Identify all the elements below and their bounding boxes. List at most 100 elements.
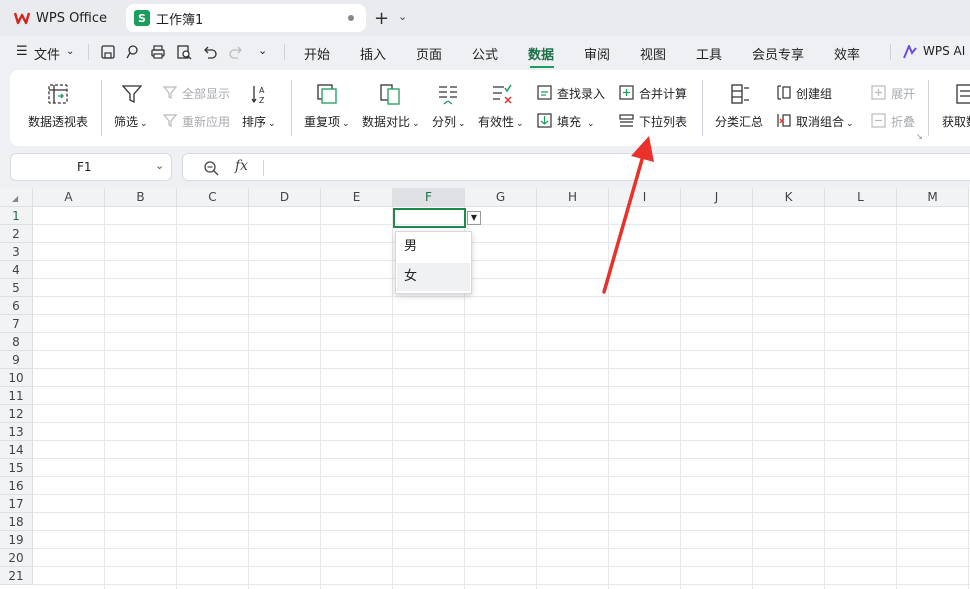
row-header-11[interactable]: 11 xyxy=(0,387,33,405)
formula-bar[interactable]: fx xyxy=(182,153,970,181)
row-header-8[interactable]: 8 xyxy=(0,333,33,351)
chevron-down-icon[interactable]: ⌄ xyxy=(66,46,74,57)
row-header-14[interactable]: 14 xyxy=(0,441,33,459)
row-header-7[interactable]: 7 xyxy=(0,315,33,333)
validity-button[interactable]: 有效性 ⌄ xyxy=(478,113,524,130)
column-header-k[interactable]: K xyxy=(753,188,825,207)
row-header-6[interactable]: 6 xyxy=(0,297,33,315)
column-header-j[interactable]: J xyxy=(681,188,753,207)
row-header-15[interactable]: 15 xyxy=(0,459,33,477)
menu-home[interactable]: 开始 xyxy=(304,44,330,63)
menu-bar: ☰ 文件 ⌄ ⌄ 开始 插入 页面 公式 数据 审阅 视图 工具 会员专享 效率… xyxy=(0,36,970,68)
menu-wps-ai[interactable]: WPS AI xyxy=(923,44,965,58)
print-icon[interactable] xyxy=(150,44,166,60)
row-header-2[interactable]: 2 xyxy=(0,225,33,243)
menu-efficiency[interactable]: 效率 xyxy=(834,44,860,63)
chevron-down-icon[interactable]: ⌄ xyxy=(155,159,164,172)
menu-review[interactable]: 审阅 xyxy=(584,44,610,63)
menu-file[interactable]: 文件 xyxy=(34,44,60,63)
data-compare-button[interactable]: 数据对比 ⌄ xyxy=(362,113,420,130)
column-header-f[interactable]: F xyxy=(393,188,465,207)
menu-data[interactable]: 数据 xyxy=(528,44,554,63)
row-header-10[interactable]: 10 xyxy=(0,369,33,387)
menu-member[interactable]: 会员专享 xyxy=(752,44,804,63)
row-header-20[interactable]: 20 xyxy=(0,549,33,567)
undo-icon[interactable] xyxy=(202,44,218,60)
split-columns-button[interactable]: 分列 ⌄ xyxy=(432,113,466,130)
column-header-d[interactable]: D xyxy=(249,188,321,207)
sort-button[interactable]: 排序 ⌄ xyxy=(242,113,276,130)
get-data-button[interactable]: 获取数 xyxy=(942,113,970,130)
new-tab-plus-icon[interactable]: + xyxy=(374,8,389,29)
menu-tools[interactable]: 工具 xyxy=(696,44,722,63)
subtotal-button[interactable]: 分类汇总 xyxy=(715,113,763,130)
dialog-launcher-icon[interactable]: ↘ xyxy=(916,132,923,141)
column-header-b[interactable]: B xyxy=(105,188,177,207)
row-header-5[interactable]: 5 xyxy=(0,279,33,297)
row-header-9[interactable]: 9 xyxy=(0,351,33,369)
column-header-m[interactable]: M xyxy=(897,188,969,207)
dropdown-option-female[interactable]: 女 xyxy=(397,263,470,291)
tab-wps-office[interactable]: WPS Office xyxy=(6,4,120,32)
save-icon[interactable] xyxy=(100,44,116,60)
dropdown-list-button[interactable]: 下拉列表 xyxy=(639,113,687,130)
grid-row-line xyxy=(33,494,970,495)
menu-view[interactable]: 视图 xyxy=(640,44,666,63)
menu-insert[interactable]: 插入 xyxy=(360,44,386,63)
column-header-g[interactable]: G xyxy=(465,188,537,207)
row-header-13[interactable]: 13 xyxy=(0,423,33,441)
chevron-down-icon[interactable]: ⌄ xyxy=(398,10,407,23)
grid-column-line xyxy=(248,207,249,589)
name-box[interactable]: F1 ⌄ xyxy=(10,153,172,181)
zoom-search-icon[interactable] xyxy=(203,160,219,176)
reapply-button[interactable]: 重新应用 xyxy=(182,113,230,130)
consolidate-button[interactable]: 合并计算 xyxy=(639,85,687,102)
split-columns-label: 分列 xyxy=(432,115,457,129)
create-group-button[interactable]: 创建组 xyxy=(796,85,832,102)
row-header-18[interactable]: 18 xyxy=(0,513,33,531)
column-header-l[interactable]: L xyxy=(825,188,897,207)
filter-button[interactable]: 筛选 ⌄ xyxy=(114,113,148,130)
row-header-21[interactable]: 21 xyxy=(0,567,33,585)
chevron-down-icon[interactable]: ⌄ xyxy=(258,44,267,57)
row-header-4[interactable]: 4 xyxy=(0,261,33,279)
duplicates-label: 重复项 xyxy=(304,115,341,129)
grid-row-line xyxy=(33,476,970,477)
duplicates-button[interactable]: 重复项 ⌄ xyxy=(304,113,350,130)
expand-button[interactable]: 展开 xyxy=(891,85,915,102)
hamburger-icon[interactable]: ☰ xyxy=(16,44,28,59)
row-header-17[interactable]: 17 xyxy=(0,495,33,513)
column-header-e[interactable]: E xyxy=(321,188,393,207)
dropdown-arrow-icon[interactable]: ▼ xyxy=(467,211,481,225)
menu-formula[interactable]: 公式 xyxy=(472,44,498,63)
row-header-1[interactable]: 1 xyxy=(0,207,33,225)
print-preview-icon[interactable] xyxy=(176,44,192,60)
function-fx-icon[interactable]: fx xyxy=(235,158,248,174)
grid-row-line xyxy=(33,512,970,513)
dropdown-option-male[interactable]: 男 xyxy=(397,233,470,261)
get-data-icon xyxy=(956,84,970,104)
pivot-table-button[interactable]: 数据透视表 xyxy=(28,113,88,130)
redo-icon[interactable] xyxy=(228,44,244,60)
lookup-entry-button[interactable]: 查找录入 xyxy=(557,85,605,102)
tab-workbook[interactable]: S 工作簿1 xyxy=(126,4,366,32)
show-all-button[interactable]: 全部显示 xyxy=(182,85,230,102)
column-header-a[interactable]: A xyxy=(33,188,105,207)
menu-page[interactable]: 页面 xyxy=(416,44,442,63)
spreadsheet-grid[interactable]: ◢ ABCDEFGHIJKLM 1 2 3 4 5 6 7 8 9 10 11 12 13 14 15 16 1… xyxy=(0,188,970,589)
chevron-down-icon: ⌄ xyxy=(412,119,420,129)
expand-icon xyxy=(871,85,886,100)
paint-format-icon[interactable] xyxy=(124,44,140,60)
row-header-16[interactable]: 16 xyxy=(0,477,33,495)
row-header-12[interactable]: 12 xyxy=(0,405,33,423)
collapse-button[interactable]: 折叠 xyxy=(891,113,915,130)
column-header-c[interactable]: C xyxy=(177,188,249,207)
row-header-3[interactable]: 3 xyxy=(0,243,33,261)
column-header-h[interactable]: H xyxy=(537,188,609,207)
row-header-19[interactable]: 19 xyxy=(0,531,33,549)
active-cell-f1[interactable] xyxy=(393,208,466,228)
ungroup-button[interactable]: 取消组合 ⌄ xyxy=(796,113,854,130)
fill-button[interactable]: 填充 ⌄ xyxy=(557,113,595,130)
column-header-i[interactable]: I xyxy=(609,188,681,207)
select-all-corner[interactable]: ◢ xyxy=(0,188,33,207)
